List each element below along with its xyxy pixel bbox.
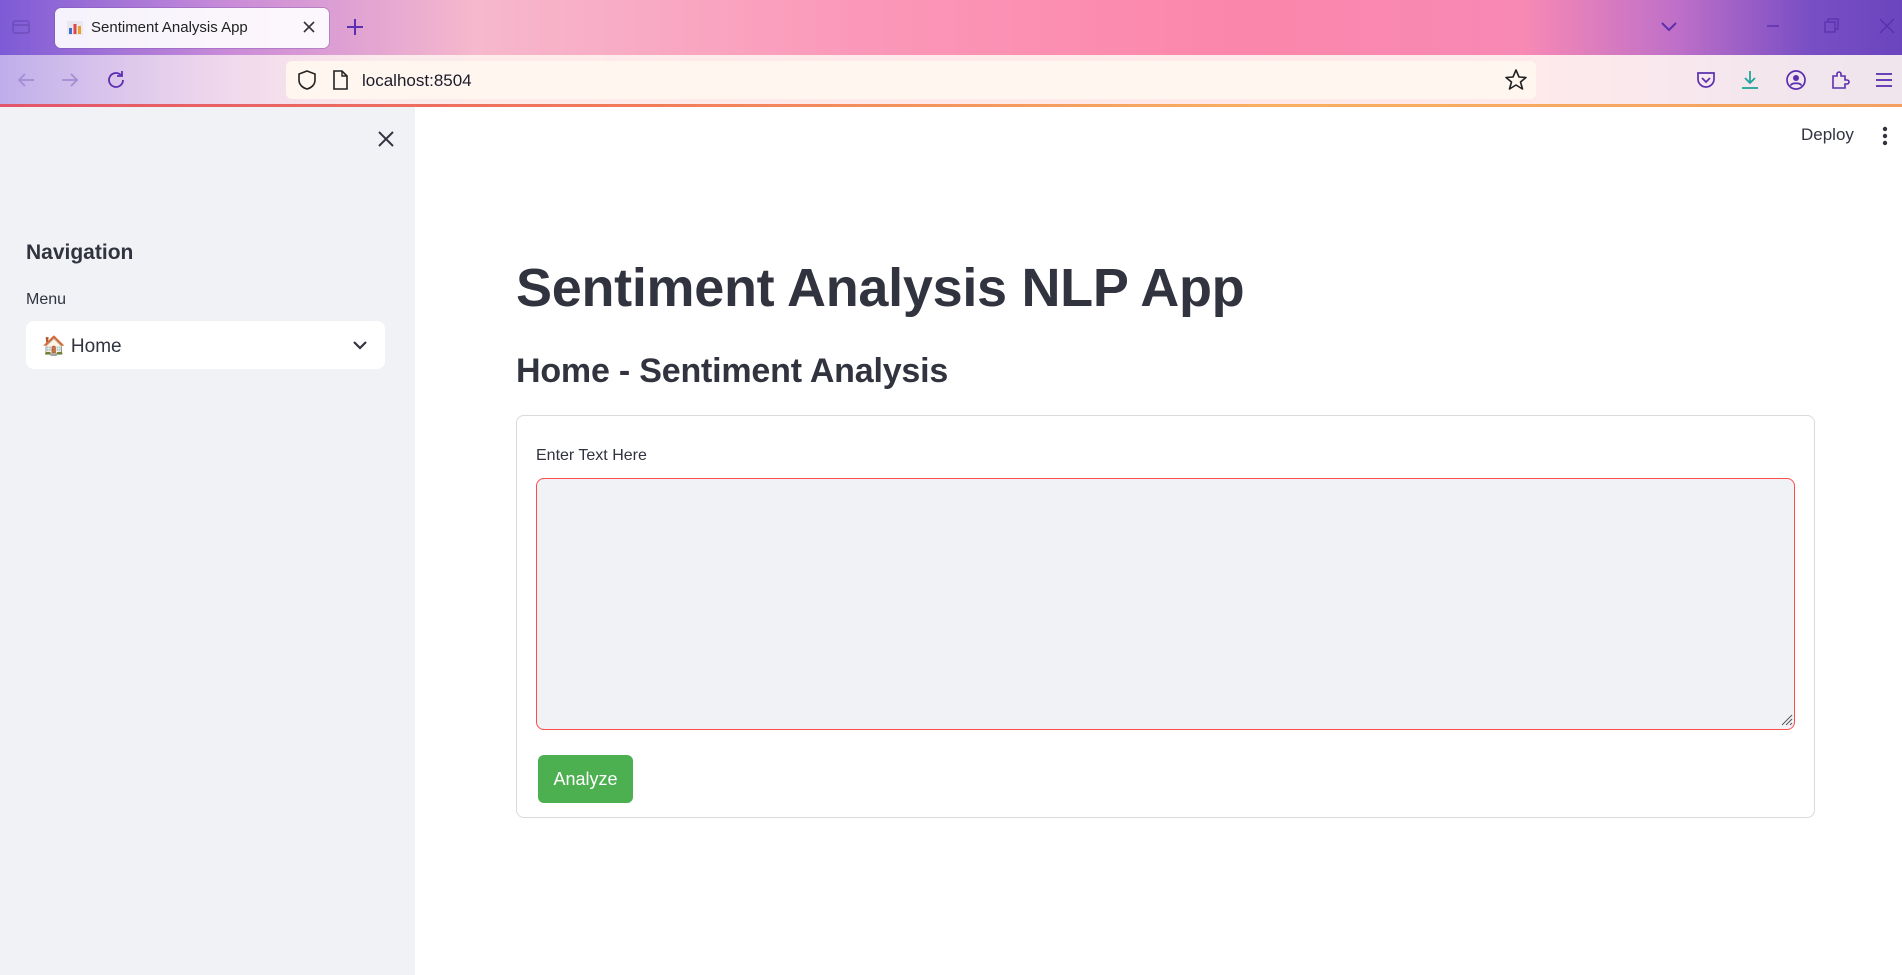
tab-overflow-chevron-icon[interactable] [1658, 15, 1680, 37]
address-bar[interactable]: localhost:8504 [286, 61, 1536, 99]
hamburger-menu-icon[interactable] [1872, 68, 1896, 92]
reload-icon[interactable] [104, 68, 128, 92]
menu-selected-value: 🏠 Home [42, 336, 122, 357]
forward-icon[interactable] [58, 68, 82, 92]
analyze-button[interactable]: Analyze [538, 755, 633, 803]
sidebar: Navigation Menu 🏠 Home [0, 107, 415, 975]
menu-select[interactable]: 🏠 Home [26, 321, 385, 369]
page-icon [333, 70, 348, 90]
tab-list-icon[interactable] [12, 18, 30, 36]
tab-bar: Sentiment Analysis App [0, 0, 1902, 55]
shield-icon[interactable] [296, 69, 318, 91]
page-subtitle: Home - Sentiment Analysis [516, 352, 949, 390]
sentiment-form: Enter Text Here Analyze [516, 415, 1815, 818]
menu-label: Menu [26, 291, 67, 308]
restore-icon[interactable] [1820, 15, 1842, 37]
download-icon[interactable] [1738, 68, 1762, 92]
text-input[interactable] [536, 478, 1795, 730]
text-input-label: Enter Text Here [536, 447, 647, 464]
deploy-button[interactable]: Deploy [1801, 125, 1854, 145]
tab-title: Sentiment Analysis App [91, 19, 248, 36]
more-options-icon[interactable] [1881, 125, 1889, 147]
minimize-icon[interactable] [1762, 15, 1784, 37]
pocket-icon[interactable] [1694, 68, 1718, 92]
resize-handle-icon[interactable] [1779, 712, 1793, 726]
url-text: localhost:8504 [362, 71, 472, 90]
browser-chrome: Sentiment Analysis App localhost:8504 [0, 0, 1902, 109]
account-icon[interactable] [1784, 68, 1808, 92]
navigation-toolbar: localhost:8504 [0, 55, 1902, 109]
new-tab-icon[interactable] [344, 16, 366, 38]
bookmark-star-icon[interactable] [1504, 68, 1528, 92]
window-close-icon[interactable] [1876, 15, 1898, 37]
chevron-down-icon [353, 341, 367, 350]
main-content: Deploy Sentiment Analysis NLP App Home -… [415, 107, 1902, 975]
back-icon[interactable] [14, 68, 38, 92]
bar-chart-icon [67, 21, 83, 35]
browser-tab-active[interactable]: Sentiment Analysis App [55, 8, 329, 48]
close-tab-icon[interactable] [299, 17, 319, 37]
sidebar-title: Navigation [26, 241, 134, 264]
page-title: Sentiment Analysis NLP App [516, 258, 1245, 318]
close-sidebar-icon[interactable] [374, 127, 398, 151]
extensions-icon[interactable] [1828, 68, 1852, 92]
